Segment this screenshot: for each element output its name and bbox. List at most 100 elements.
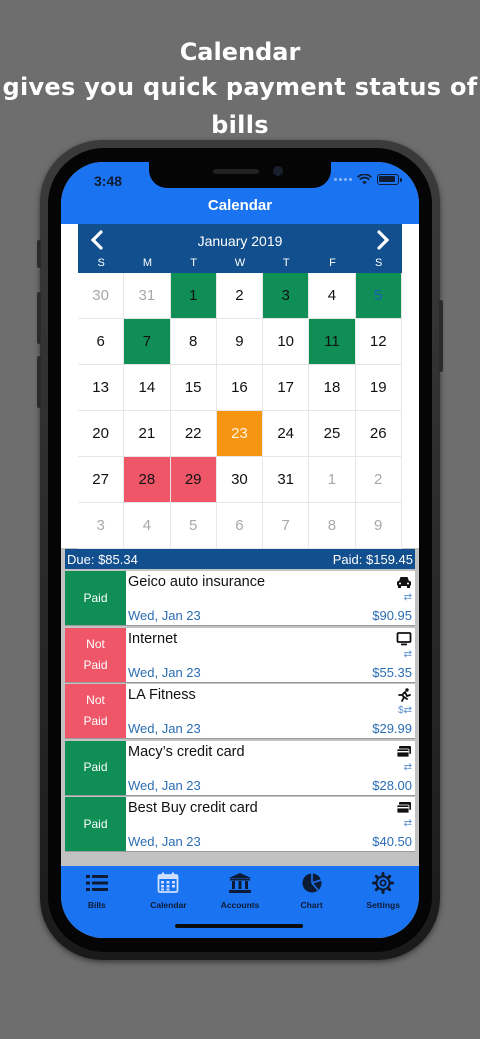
- bill-due-date: Wed, Jan 23: [128, 777, 201, 793]
- calendar-day[interactable]: 1: [170, 273, 217, 319]
- tab-label: Chart: [300, 900, 323, 910]
- autopay-icon: $: [398, 705, 404, 716]
- bill-list: Paid Geico auto insurance ⇄ Wed, Jan 23 $90.…: [65, 571, 415, 854]
- summary-bar: Due: $85.34 Paid: $159.45: [65, 549, 415, 569]
- calendar-day[interactable]: 9: [355, 503, 402, 549]
- repeat-icon: ⇄: [403, 592, 412, 603]
- tab-bills[interactable]: Bills: [61, 866, 133, 938]
- page-title: Calendar: [207, 197, 273, 214]
- calendar-day[interactable]: 23: [216, 411, 264, 457]
- bill-row[interactable]: Not Paid LA Fitness $⇄ Wed, Jan 23 $29.99: [65, 684, 415, 739]
- calendar-day[interactable]: 3: [78, 503, 125, 549]
- calendar-day[interactable]: 10: [263, 319, 310, 365]
- calendar-day[interactable]: 30: [78, 273, 125, 319]
- calendar-day[interactable]: 2: [216, 273, 264, 319]
- payment-status-button[interactable]: Not Paid: [65, 627, 126, 682]
- list-icon: [61, 872, 133, 894]
- payment-status-button[interactable]: Paid: [65, 740, 126, 795]
- car-icon: [396, 575, 412, 589]
- weekday-label: F: [329, 257, 336, 269]
- calendar-day[interactable]: 6: [78, 319, 125, 365]
- calendar-day[interactable]: 4: [124, 503, 171, 549]
- calendar-day[interactable]: 16: [216, 365, 264, 411]
- calendar-icon: [133, 872, 205, 894]
- tab-label: Bills: [87, 900, 106, 910]
- calendar-day[interactable]: 11: [309, 319, 356, 365]
- bill-details: LA Fitness $⇄ Wed, Jan 23 $29.99: [126, 684, 415, 738]
- calendar-day[interactable]: 19: [355, 365, 402, 411]
- tab-label: Accounts: [220, 900, 260, 910]
- bill-row[interactable]: Paid Best Buy credit card ⇄ Wed, Jan 23 $40.…: [65, 797, 415, 852]
- calendar-day[interactable]: 17: [263, 365, 310, 411]
- tab-settings[interactable]: Settings: [347, 866, 419, 938]
- calendar-day[interactable]: 2: [355, 457, 402, 503]
- weekday-label: S: [97, 257, 105, 269]
- calendar-day[interactable]: 1: [309, 457, 356, 503]
- calendar: January 2019 SMTWTFS 30 31 1 2 3 4 5 6 7 8 9 10 11 12…: [61, 224, 419, 549]
- bill-row[interactable]: Paid Macy’s credit card ⇄ Wed, Jan 23 $28.00: [65, 740, 415, 796]
- calendar-day[interactable]: 9: [216, 319, 264, 365]
- calendar-day[interactable]: 18: [309, 365, 356, 411]
- calendar-week-row: 27 28 29 30 31 1 2: [78, 457, 402, 503]
- calendar-day[interactable]: 8: [309, 503, 356, 549]
- calendar-day[interactable]: 31: [263, 457, 310, 503]
- calendar-week-row: 20 21 22 23 24 25 26: [78, 411, 402, 457]
- promo-title: Calendar: [179, 38, 301, 66]
- paid-total: Paid: $159.45: [332, 551, 413, 567]
- calendar-day[interactable]: 3: [263, 273, 310, 319]
- month-title: January 2019: [197, 233, 283, 249]
- calendar-day[interactable]: 31: [124, 273, 171, 319]
- payment-status-button[interactable]: Not Paid: [65, 684, 126, 738]
- bill-amount: $55.35: [372, 664, 412, 680]
- bill-name: Internet: [128, 630, 178, 647]
- credit-card-icon: [396, 801, 412, 815]
- calendar-day[interactable]: 5: [170, 503, 217, 549]
- bill-row[interactable]: Paid Geico auto insurance ⇄ Wed, Jan 23 $90.…: [65, 571, 415, 626]
- calendar-day[interactable]: 12: [355, 319, 402, 365]
- bill-name: LA Fitness: [128, 687, 196, 703]
- calendar-day[interactable]: 7: [263, 503, 310, 549]
- calendar-day[interactable]: 24: [263, 411, 310, 457]
- calendar-day[interactable]: 27: [78, 457, 125, 503]
- calendar-day[interactable]: 7: [124, 319, 171, 365]
- status-time: 3:48: [94, 173, 123, 189]
- gear-icon: [347, 872, 419, 894]
- bill-amount: $28.00: [372, 777, 412, 793]
- calendar-day[interactable]: 29: [170, 457, 217, 503]
- calendar-day[interactable]: 25: [309, 411, 356, 457]
- weekday-label: T: [190, 257, 198, 269]
- runner-icon: [396, 688, 412, 702]
- calendar-day[interactable]: 26: [355, 411, 402, 457]
- next-month-button[interactable]: [368, 228, 398, 254]
- calendar-day[interactable]: 4: [309, 273, 356, 319]
- mute-switch: [37, 240, 41, 268]
- calendar-day[interactable]: 28: [124, 457, 171, 503]
- calendar-week-row: 6 7 8 9 10 11 12: [78, 319, 402, 365]
- calendar-day[interactable]: 13: [78, 365, 125, 411]
- calendar-week-row: 30 31 1 2 3 4 5: [78, 273, 402, 319]
- bill-name: Macy’s credit card: [128, 743, 245, 760]
- calendar-day[interactable]: 22: [170, 411, 217, 457]
- calendar-day[interactable]: 14: [124, 365, 171, 411]
- home-indicator: [175, 924, 303, 928]
- calendar-day[interactable]: 15: [170, 365, 217, 411]
- calendar-day[interactable]: 8: [170, 319, 217, 365]
- calendar-day[interactable]: 5: [355, 273, 402, 319]
- volume-down-button: [37, 356, 41, 408]
- calendar-day[interactable]: 21: [124, 411, 171, 457]
- calendar-day[interactable]: 30: [216, 457, 264, 503]
- calendar-day[interactable]: 6: [216, 503, 264, 549]
- bill-row[interactable]: Not Paid Internet ⇄ Wed, Jan 23 $55.35: [65, 627, 415, 683]
- tab-label: Settings: [366, 900, 400, 910]
- weekday-label: M: [142, 257, 152, 269]
- bill-name: Best Buy credit card: [128, 800, 258, 816]
- payment-status-button[interactable]: Paid: [65, 571, 126, 625]
- bill-due-date: Wed, Jan 23: [128, 664, 201, 680]
- repeat-icon: ⇄: [403, 648, 412, 660]
- calendar-week-row: 3456789: [78, 503, 402, 549]
- promo-header: Calendar gives you quick payment status …: [0, 36, 480, 144]
- bank-icon: [204, 872, 276, 894]
- weekday-header: SMTWTFS: [78, 257, 402, 269]
- payment-status-button[interactable]: Paid: [65, 797, 126, 851]
- calendar-day[interactable]: 20: [78, 411, 125, 457]
